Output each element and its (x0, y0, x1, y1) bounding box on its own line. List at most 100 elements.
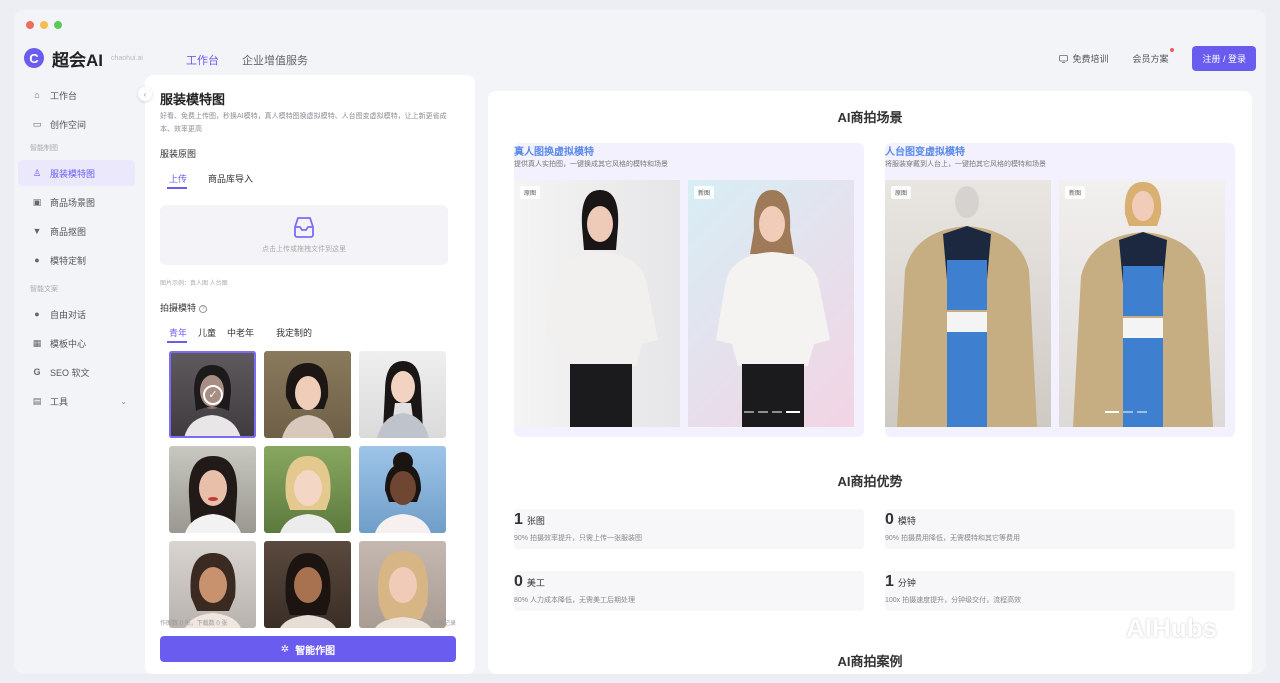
sidebar-item-tools[interactable]: ▤ 工具 ⌄ (14, 388, 139, 414)
grid-icon: ▦ (32, 337, 42, 348)
panel-title: 服装模特图 (160, 92, 226, 107)
sidebar-item-label: 创作空间 (50, 119, 87, 130)
free-training-label: 免费培训 (1072, 54, 1109, 64)
scene-card-mannequin: 人台图变虚拟模特 将服装穿戴到人台上，一键拍其它风格的模特和场景 原图 新图 (885, 143, 1235, 437)
monitor-icon (1059, 54, 1069, 63)
sidebar-item-template-center[interactable]: ▦ 模板中心 (14, 330, 139, 356)
sidebar: ⌂ 工作台 ▭ 创作空间 智能制图 ♙ 服装模特图 ▣ 商品场景图 ▼ 商品抠图… (14, 82, 139, 417)
model-thumbnail[interactable] (169, 446, 256, 533)
sidebar-item-seo-article[interactable]: G SEO 软文 (14, 359, 139, 385)
window-titlebar (14, 10, 1266, 40)
sidebar-item-label: 工作台 (50, 90, 78, 101)
tab-product-library[interactable]: 商品库导入 (208, 172, 253, 185)
tab-youth[interactable]: 青年 (169, 326, 187, 339)
model-thumbnail[interactable] (359, 446, 446, 533)
maximize-window-icon[interactable] (54, 21, 62, 29)
sidebar-item-free-chat[interactable]: ● 自由对话 (14, 301, 139, 327)
advantage-description: 80% 人力成本降低，无需美工后期处理 (514, 597, 635, 604)
watermark: AIHubs (1080, 613, 1217, 644)
model-portrait-image (377, 361, 429, 438)
brand-name: 超会AI (52, 50, 103, 70)
after-badge: 新图 (1065, 186, 1086, 199)
carousel-pager[interactable] (744, 411, 800, 413)
image-icon: ▣ (32, 196, 42, 207)
folder-icon: ▭ (32, 118, 42, 129)
scene-card-real-person: 真人图换虚拟模特 提供真人实拍图，一键换成其它风格的模特和场景 原图 新图 (514, 143, 864, 437)
brand-mark-icon: C (24, 48, 44, 68)
garment-label: 服装原图 (160, 149, 197, 159)
scene-section-title: AI商拍场景 (837, 110, 903, 125)
sidebar-item-product-cutout[interactable]: ▼ 商品抠图 (14, 218, 139, 244)
card-description: 将服装穿戴到人台上，一键拍其它风格的模特和场景 (885, 161, 1046, 168)
brand-logo[interactable]: C 超会AI chaohui.ai (24, 46, 143, 71)
carousel-pager[interactable] (1105, 411, 1147, 413)
sidebar-item-creation-space[interactable]: ▭ 创作空间 (14, 111, 139, 137)
sidebar-item-label: SEO 软文 (50, 367, 90, 378)
sidebar-item-product-scene[interactable]: ▣ 商品场景图 (14, 189, 139, 215)
wechat-icon (1080, 615, 1120, 643)
advantage-item: 1 张图 90% 拍摄效率提升，只需上传一张服装图 (514, 509, 864, 549)
showcase-panel: AI商拍场景 真人图换虚拟模特 提供真人实拍图，一键换成其它风格的模特和场景 原… (488, 91, 1252, 674)
sidebar-item-label: 模板中心 (50, 338, 87, 349)
tab-children[interactable]: 儿童 (198, 326, 216, 339)
notification-dot (1170, 48, 1175, 52)
tab-my-custom[interactable]: 我定制的 (276, 326, 312, 339)
tab-upload[interactable]: 上传 (169, 172, 187, 185)
advantage-description: 90% 拍摄费用降低，无需模特和其它等费用 (885, 535, 1020, 542)
watermark-text: AIHubs (1126, 613, 1217, 643)
minimize-window-icon[interactable] (40, 21, 48, 29)
after-badge: 新图 (694, 186, 715, 199)
smart-generate-button[interactable]: ✲ 智能作图 (160, 636, 456, 662)
membership-plans-link[interactable]: 会员方案 (1132, 48, 1175, 65)
free-training-link[interactable]: 免费培训 (1059, 52, 1108, 65)
model-portrait-image (282, 363, 334, 438)
advantage-description: 90% 拍摄效率提升，只需上传一张服装图 (514, 535, 642, 542)
model-portrait-image (280, 456, 336, 533)
sidebar-item-label: 商品抠图 (50, 226, 87, 237)
panel-description: 好看、免费上传图，秒换AI模特，真人模特图换虚拟模特、人台图变虚拟模特，让上新更… (160, 113, 447, 133)
collapse-sidebar-icon[interactable]: ‹ (138, 87, 152, 101)
tab-underline (167, 187, 187, 189)
brand-tagline: chaohui.ai (111, 54, 143, 62)
advantage-description: 100x 拍摄速度提升，分钟级交付，流程高效 (885, 597, 1022, 604)
model-thumbnail[interactable]: ✓ (169, 351, 256, 438)
login-register-button[interactable]: 注册 / 登录 (1192, 46, 1256, 71)
model-settings-panel: ‹ 服装模特图 好看、免费上传图，秒换AI模特，真人模特图换虚拟模特、人台图变虚… (138, 75, 475, 674)
tab-middle-aged[interactable]: 中老年 (227, 326, 254, 339)
after-image: 新图 (1059, 180, 1225, 427)
sidebar-item-label: 工具 (50, 396, 69, 407)
usage-counter: 作图数 0 张，下载数 0 张 (160, 621, 228, 627)
sidebar-item-label: 模特定制 (50, 255, 87, 266)
model-thumbnail[interactable] (359, 541, 446, 628)
history-link[interactable]: 作图记录 (432, 618, 456, 627)
model-thumbnail[interactable] (264, 541, 351, 628)
advantage-value: 1 分钟 (885, 573, 916, 590)
model-label: 拍摄模特? (160, 301, 208, 314)
advantage-item: 0 模特 90% 拍摄费用降低，无需模特和其它等费用 (885, 509, 1235, 549)
help-icon[interactable]: ? (199, 304, 208, 313)
sidebar-item-workbench[interactable]: ⌂ 工作台 (14, 82, 139, 108)
sidebar-group-label: 智能文案 (30, 286, 58, 293)
nav-tab-enterprise[interactable]: 企业增值服务 (242, 52, 308, 68)
sidebar-item-label: 自由对话 (50, 309, 87, 320)
model-thumbnail[interactable] (264, 351, 351, 438)
sidebar-item-apparel-model[interactable]: ♙ 服装模特图 (18, 160, 135, 186)
sparkle-icon: ✲ (280, 643, 290, 655)
advantage-section-title: AI商拍优势 (837, 474, 903, 489)
sidebar-item-model-custom[interactable]: ● 模特定制 (14, 247, 139, 273)
model-thumbnail[interactable] (169, 541, 256, 628)
nav-tab-workbench[interactable]: 工作台 (186, 52, 219, 68)
model-portrait-image (185, 456, 241, 533)
model-portrait-image (185, 553, 241, 628)
model-thumbnail[interactable] (264, 446, 351, 533)
cutout-icon: ▼ (32, 226, 42, 236)
sidebar-item-label: 商品场景图 (50, 197, 96, 208)
tab-underline (167, 341, 187, 343)
card-title: 真人图换虚拟模特 (514, 147, 594, 158)
model-thumbnail[interactable] (359, 351, 446, 438)
close-window-icon[interactable] (26, 21, 34, 29)
inbox-upload-icon (294, 217, 314, 238)
upload-dropzone[interactable]: 点击上传或拖拽文件到这里 (160, 205, 448, 265)
before-badge: 原图 (520, 186, 541, 199)
chat-icon: ● (34, 309, 40, 319)
